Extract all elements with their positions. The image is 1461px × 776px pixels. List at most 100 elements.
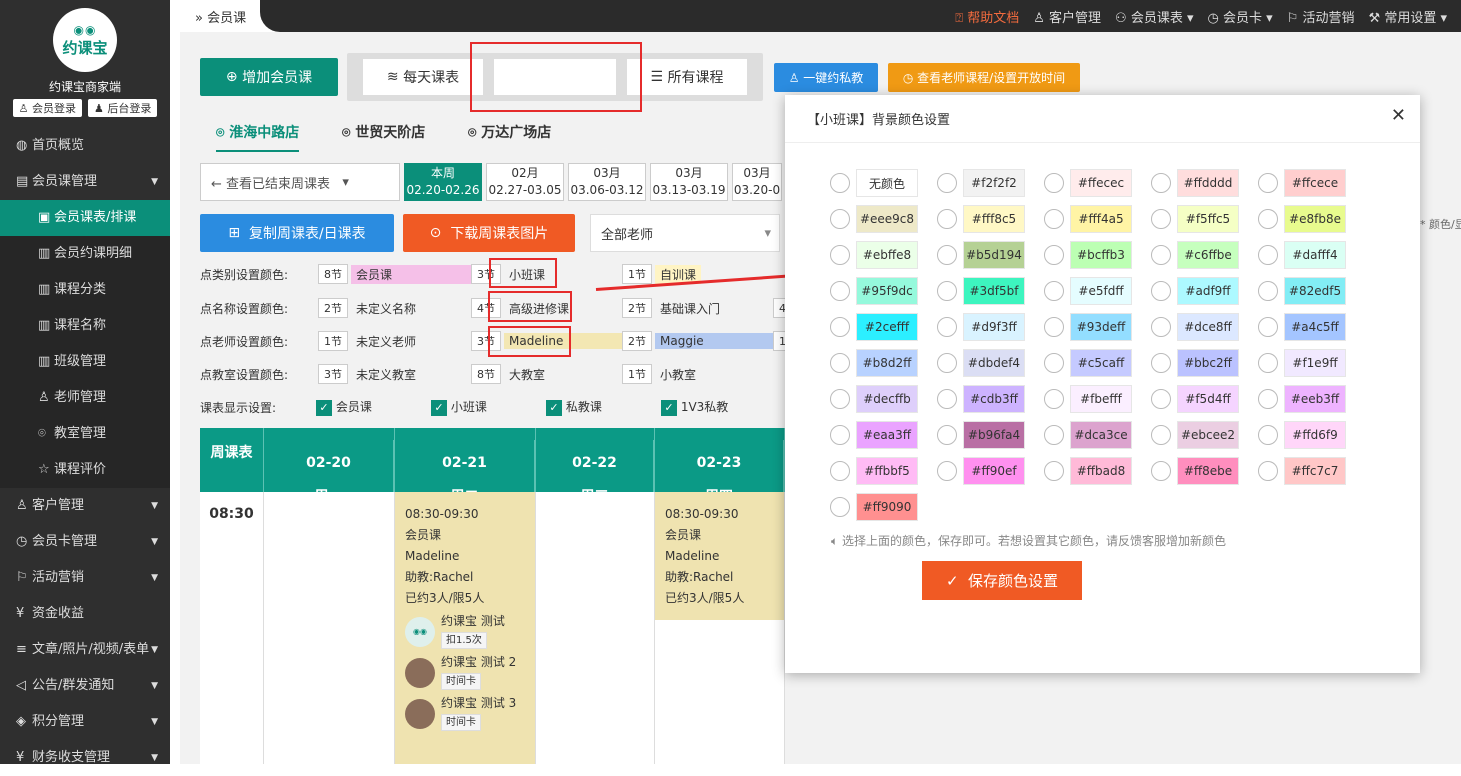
sidebar-item[interactable]: ¥ 资金收益 [0,596,170,632]
color-swatch[interactable]: #f5ffc5 [1177,205,1239,233]
color-option[interactable]: #fff4a5 [1044,205,1151,233]
color-swatch[interactable]: 无颜色 [856,169,918,197]
radio-button[interactable] [830,353,850,373]
radio-button[interactable] [830,425,850,445]
color-swatch[interactable]: #ff9090 [856,493,918,521]
sidebar-item[interactable]: ◁ 公告/群发通知 ▼ [0,668,170,704]
one-click-private-button[interactable]: ♙ 一键约私教 [774,63,878,92]
class-card[interactable]: 08:30-09:30 会员课 Madeline 助教:Rachel 已约3人/限5人 [655,492,784,620]
store-tab-2[interactable]: ⌾ 世贸天阶店 [342,122,425,142]
sidebar-item[interactable]: ♙ 客户管理 ▼ [0,488,170,524]
student-entry[interactable]: ◉◉ 约课宝 测试 扣1.5次 [405,613,525,650]
sidebar-item[interactable]: ◍ 首页概览 [0,128,170,164]
color-option[interactable]: #b8d2ff [830,349,937,377]
legend-tag[interactable]: 会员课 [351,264,471,284]
sidebar-item[interactable]: ¥ 财务收支管理 ▼ [0,740,170,776]
color-option[interactable]: #ff8ebe [1151,457,1258,485]
radio-button[interactable] [1044,353,1064,373]
radio-button[interactable] [937,173,957,193]
color-swatch[interactable]: #ff8ebe [1177,457,1239,485]
color-swatch[interactable]: #ebcee2 [1177,421,1239,449]
radio-button[interactable] [937,461,957,481]
color-swatch[interactable]: #d9f3ff [963,313,1025,341]
color-option[interactable]: #decffb [830,385,937,413]
radio-button[interactable] [1258,425,1278,445]
legend-tag[interactable]: 未定义教室 [351,365,471,384]
color-swatch[interactable]: #ffdddd [1177,169,1239,197]
ended-weeks-select[interactable]: ← 查看已结束周课表 ▾ [200,163,400,201]
radio-button[interactable] [1258,245,1278,265]
week-option[interactable]: 03月 03.13-03.19 [650,163,728,201]
color-swatch[interactable]: #2cefff [856,313,918,341]
color-option[interactable]: #ff9090 [830,493,937,521]
color-option[interactable]: #c6ffbe [1151,241,1258,269]
save-color-button[interactable]: ✓ 保存颜色设置 [922,561,1082,600]
color-option[interactable]: #93deff [1044,313,1151,341]
color-swatch[interactable]: #ffbbf5 [856,457,918,485]
color-option[interactable]: #a4c5ff [1258,313,1365,341]
color-swatch[interactable]: #cdb3ff [963,385,1025,413]
radio-button[interactable] [830,281,850,301]
color-swatch[interactable]: #f1e9ff [1284,349,1346,377]
sidebar-item[interactable]: ≡ 文章/照片/视频/表单 ▼ [0,632,170,668]
teacher-view-button[interactable]: ◷ 查看老师课程/设置开放时间 [888,63,1080,92]
sidebar-item[interactable]: ▥ 会员约课明细 [0,236,170,272]
sidebar-item[interactable]: ▥ 班级管理 [0,344,170,380]
color-option[interactable]: #bcffb3 [1044,241,1151,269]
radio-button[interactable] [830,497,850,517]
color-option[interactable]: #ffbad8 [1044,457,1151,485]
color-swatch[interactable]: #82edf5 [1284,277,1346,305]
color-swatch[interactable]: #3df5bf [963,277,1025,305]
radio-button[interactable] [1151,389,1171,409]
color-option[interactable]: #fff8c5 [937,205,1044,233]
color-option[interactable]: #82edf5 [1258,277,1365,305]
radio-button[interactable] [937,245,957,265]
radio-button[interactable] [1044,173,1064,193]
radio-button[interactable] [1151,353,1171,373]
sidebar-item[interactable]: ▤ 会员课管理 ▼ [0,164,170,200]
color-option[interactable]: #ffecec [1044,169,1151,197]
color-option[interactable]: #95f9dc [830,277,937,305]
radio-button[interactable] [1151,461,1171,481]
radio-button[interactable] [1258,209,1278,229]
color-swatch[interactable]: #95f9dc [856,277,918,305]
color-option[interactable]: #ebffe8 [830,241,937,269]
radio-button[interactable] [830,389,850,409]
display-checkbox[interactable]: ✓ 私教课 [546,398,661,416]
radio-button[interactable] [937,389,957,409]
color-swatch[interactable]: #e5fdff [1070,277,1132,305]
color-swatch[interactable]: #eaa3ff [856,421,918,449]
radio-button[interactable] [1258,173,1278,193]
color-option[interactable]: #ffcece [1258,169,1365,197]
color-option[interactable]: #dbdef4 [937,349,1044,377]
help-docs-link[interactable]: ⍰ 帮助文档 [955,7,1019,26]
legend-tag[interactable]: 小教室 [655,365,701,384]
radio-button[interactable] [1258,353,1278,373]
color-swatch[interactable]: #ff90ef [963,457,1025,485]
color-option[interactable]: #fbefff [1044,385,1151,413]
color-swatch[interactable]: #dce8ff [1177,313,1239,341]
radio-button[interactable] [1044,461,1064,481]
color-option[interactable]: #f5d4ff [1151,385,1258,413]
color-swatch[interactable]: #adf9ff [1177,277,1239,305]
color-swatch[interactable]: #e8fb8e [1284,205,1346,233]
color-swatch[interactable]: #93deff [1070,313,1132,341]
member-login-button[interactable]: ♙ 会员登录 [12,99,82,117]
top-nav-settings[interactable]: ⚒ 常用设置 ▾ [1369,7,1447,26]
color-option[interactable]: #ffdddd [1151,169,1258,197]
radio-button[interactable] [1258,389,1278,409]
color-option[interactable]: #ebcee2 [1151,421,1258,449]
display-checkbox[interactable]: ✓ 小班课 [431,398,546,416]
top-nav-customers[interactable]: ♙ 客户管理 [1033,7,1101,26]
color-option[interactable]: #eee9c8 [830,205,937,233]
radio-button[interactable] [830,461,850,481]
color-swatch[interactable]: #c6ffbe [1177,241,1239,269]
color-option[interactable]: #ffc7c7 [1258,457,1365,485]
color-option[interactable]: #ffd6f9 [1258,421,1365,449]
color-swatch[interactable]: #ebffe8 [856,241,918,269]
admin-login-button[interactable]: ♟ 后台登录 [88,99,158,117]
sidebar-item[interactable]: ⌾ 教室管理 [0,416,170,452]
color-option[interactable]: 无颜色 [830,169,937,197]
radio-button[interactable] [1151,173,1171,193]
legend-tag[interactable]: 未定义老师 [351,332,471,351]
